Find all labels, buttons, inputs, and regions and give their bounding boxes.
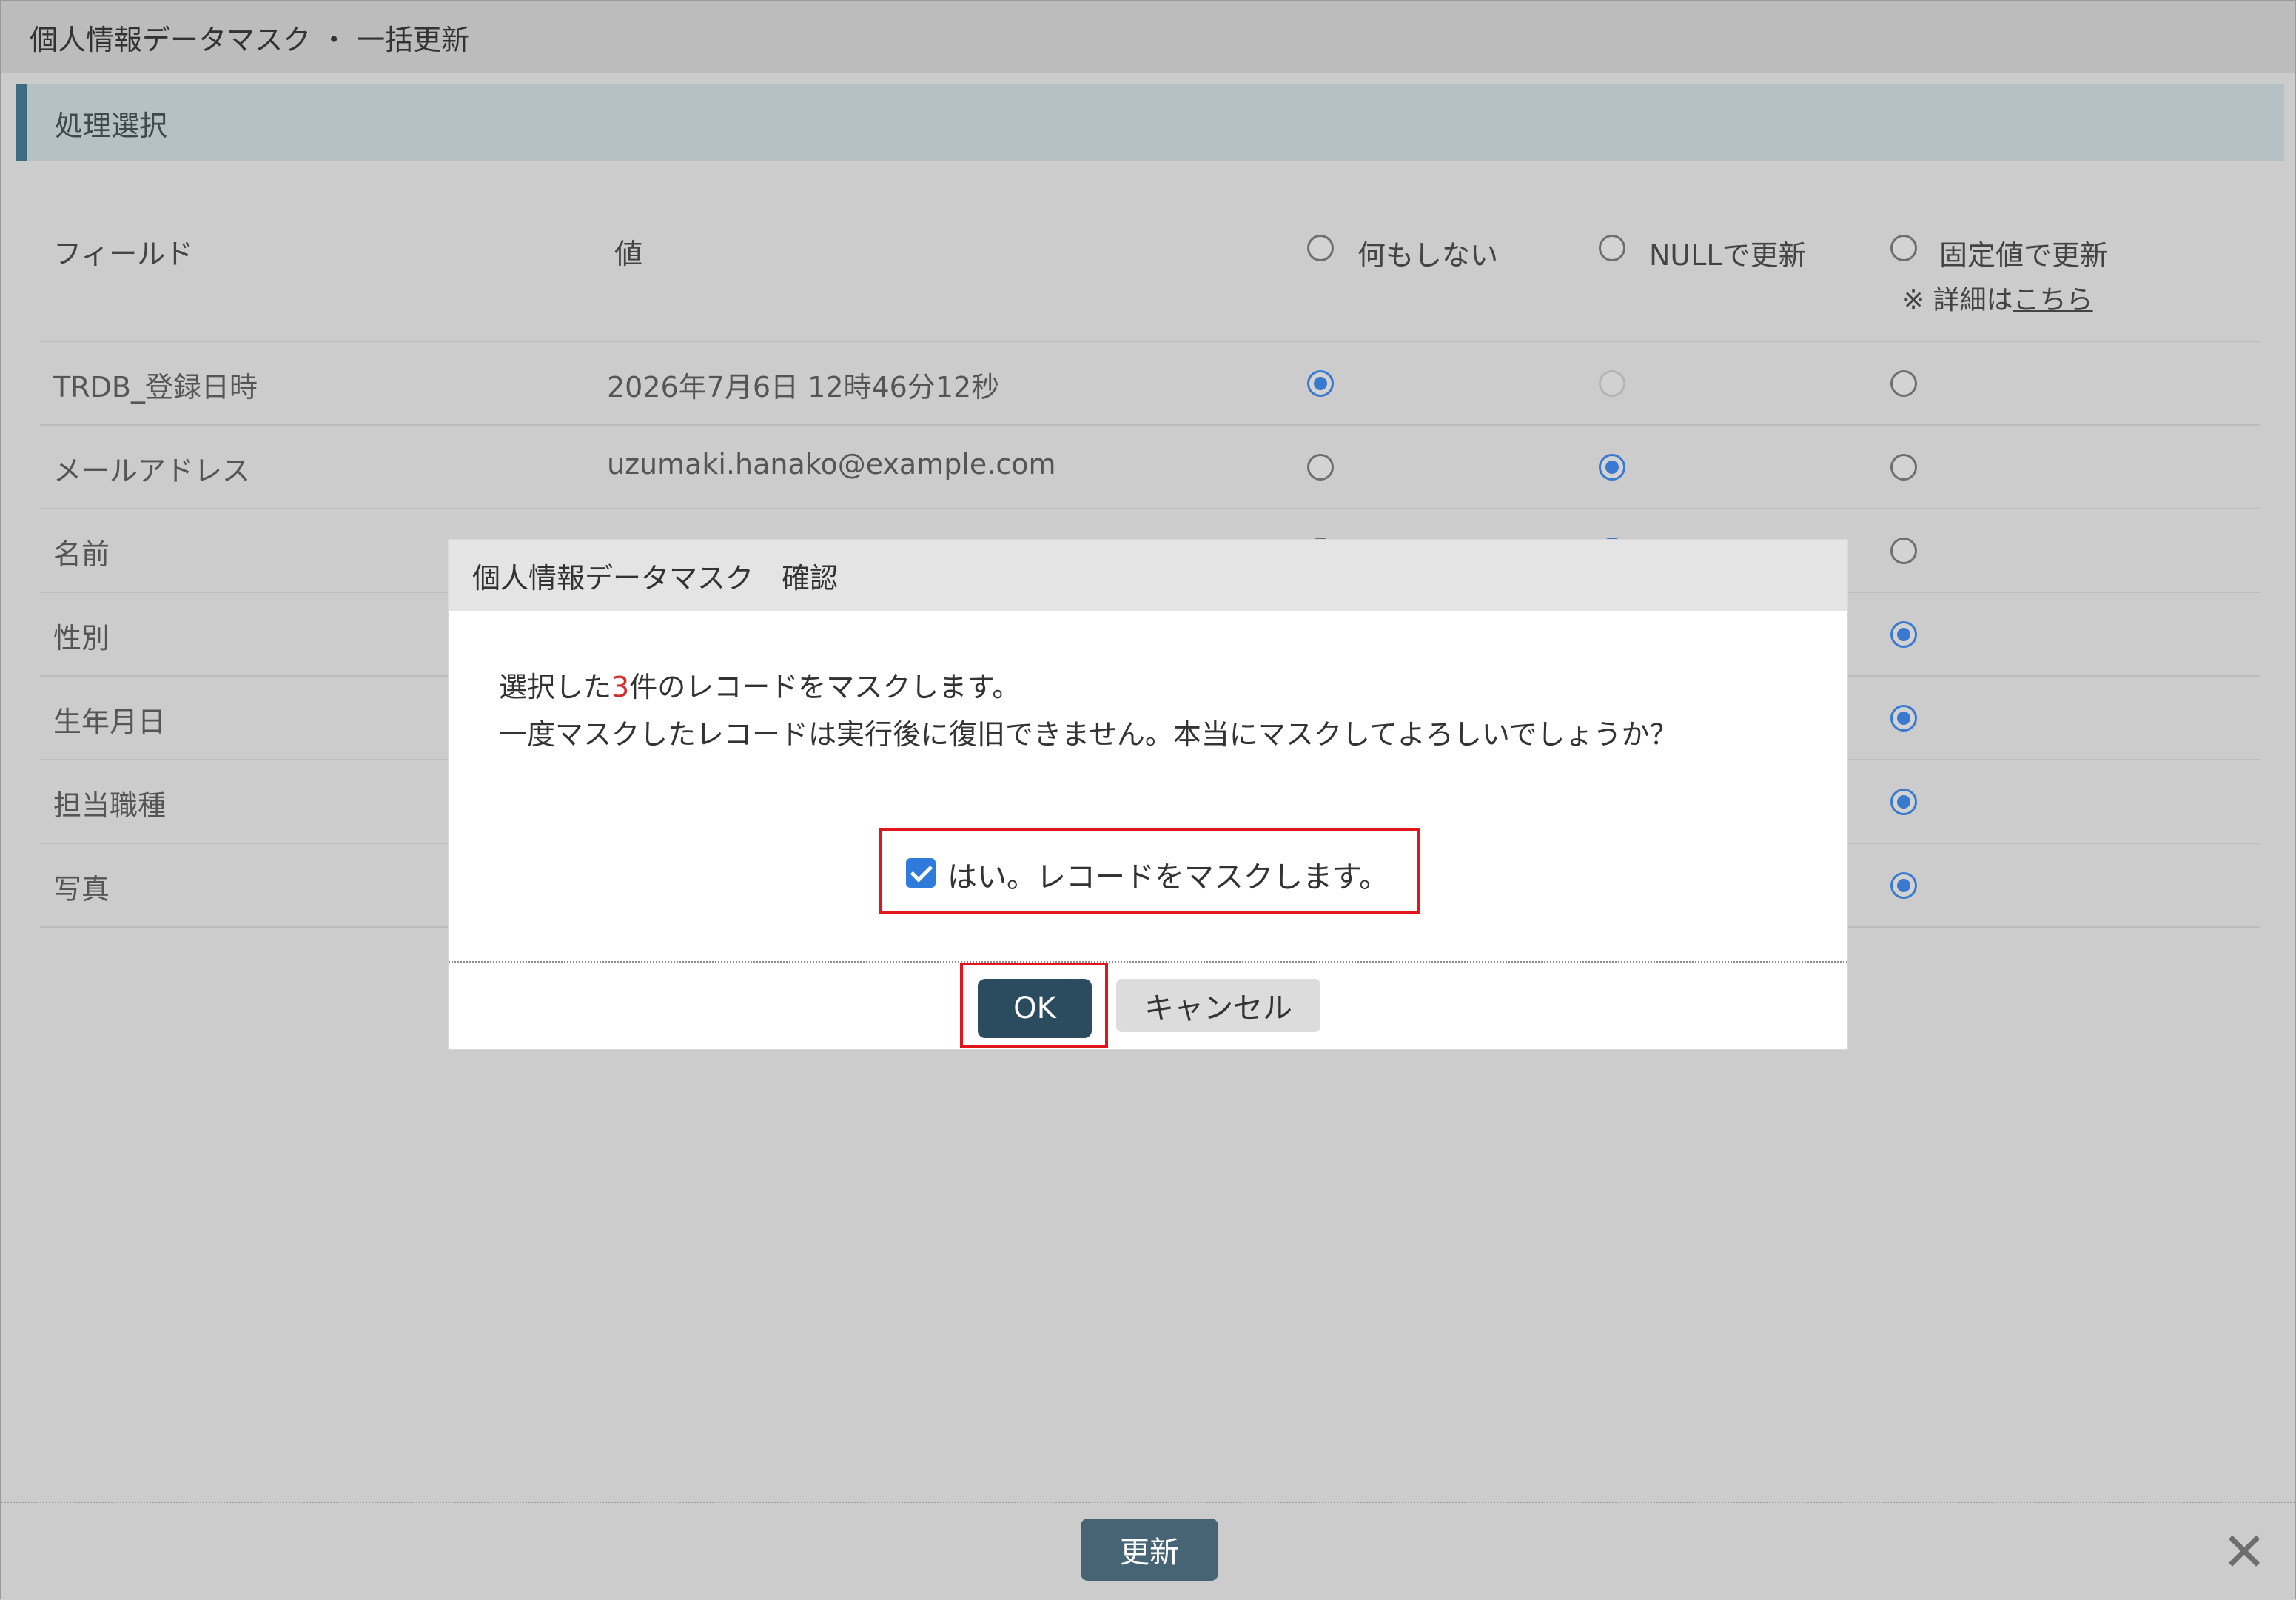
section-header: 処理選択	[16, 84, 2284, 161]
radio-fixed[interactable]	[1890, 872, 1917, 899]
row-field: 生年月日	[53, 706, 167, 738]
confirm-checkbox[interactable]	[906, 858, 936, 888]
row-field: メールアドレス	[53, 455, 251, 487]
details-link[interactable]: こちら	[2013, 285, 2093, 315]
close-icon[interactable]: ✕	[2216, 1521, 2272, 1583]
dialog-title: 個人情報データマスク 確認	[449, 540, 1847, 611]
window-title: 個人情報データマスク ・ 一括更新	[1, 1, 2295, 73]
radio-fixed[interactable]	[1890, 705, 1917, 732]
cancel-button[interactable]: キャンセル	[1116, 979, 1320, 1032]
radio-none[interactable]	[1307, 370, 1334, 397]
message-suffix: 件のレコードをマスクします。	[629, 671, 1021, 703]
table-header: フィールド 値 何もしない NULLで更新 固定値で更新 ※ 詳細はこちら	[40, 200, 2260, 342]
confirm-checkbox-label[interactable]: はい。レコードをマスクします。	[947, 853, 1389, 896]
header-note: ※ 詳細はこちら	[1902, 278, 2093, 317]
radio-null[interactable]	[1599, 454, 1625, 481]
table-row: メールアドレス uzumaki.hanako@example.com	[40, 426, 2260, 509]
dialog-message-line2: 一度マスクしたレコードは実行後に復旧できません。本当にマスクしてよろしいでしょう…	[499, 718, 1678, 751]
radio-fixed[interactable]	[1890, 789, 1917, 815]
header-value: 値	[614, 238, 643, 270]
header-note-prefix: ※ 詳細は	[1902, 285, 2013, 315]
radio-fixed[interactable]	[1890, 621, 1917, 648]
row-field: 性別	[53, 622, 110, 655]
header-radio-null[interactable]	[1599, 235, 1625, 261]
radio-fixed[interactable]	[1890, 370, 1917, 397]
update-button[interactable]: 更新	[1081, 1519, 1218, 1581]
row-field: 写真	[53, 873, 110, 906]
row-value: uzumaki.hanako@example.com	[607, 448, 1056, 481]
record-count: 3	[611, 671, 630, 703]
row-field: 担当職種	[53, 789, 167, 822]
section-title: 処理選択	[55, 109, 168, 142]
confirm-dialog: 個人情報データマスク 確認 選択した3件のレコードをマスクします。 一度マスクし…	[449, 540, 1847, 1049]
header-option-fixed: 固定値で更新	[1939, 239, 2109, 272]
message-prefix: 選択した	[499, 671, 612, 703]
radio-none[interactable]	[1307, 454, 1334, 481]
row-field: TRDB_登録日時	[53, 371, 258, 404]
header-option-none: 何もしない	[1357, 239, 1499, 272]
radio-null	[1599, 370, 1625, 397]
dialog-message-line1: 選択した3件のレコードをマスクします。	[499, 664, 1020, 705]
confirm-checkbox-highlight: はい。レコードをマスクします。	[879, 828, 1420, 914]
table-row: TRDB_登録日時 2026年7月6日 12時46分12秒	[40, 342, 2260, 426]
radio-fixed[interactable]	[1890, 538, 1917, 564]
row-value: 2026年7月6日 12時46分12秒	[607, 371, 1000, 404]
header-field: フィールド	[53, 238, 194, 270]
header-radio-none[interactable]	[1307, 235, 1334, 261]
header-radio-fixed[interactable]	[1890, 235, 1917, 261]
dialog-divider	[449, 961, 1847, 963]
header-option-null: NULLで更新	[1649, 239, 1807, 272]
radio-fixed[interactable]	[1890, 454, 1917, 481]
ok-button-highlight: OK	[960, 963, 1108, 1048]
ok-button[interactable]: OK	[978, 979, 1092, 1038]
row-field: 名前	[53, 538, 110, 571]
